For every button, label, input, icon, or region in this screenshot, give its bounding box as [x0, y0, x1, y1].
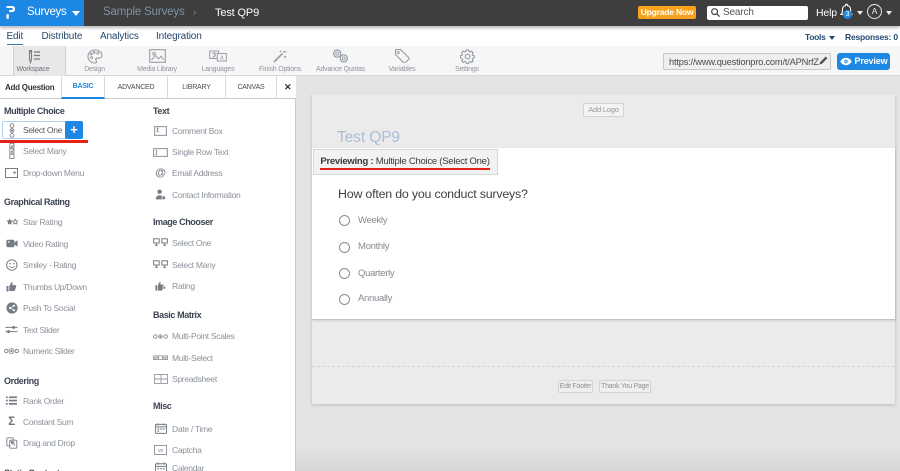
svg-text:A: A — [220, 55, 224, 61]
svg-text:vx: vx — [158, 448, 163, 454]
